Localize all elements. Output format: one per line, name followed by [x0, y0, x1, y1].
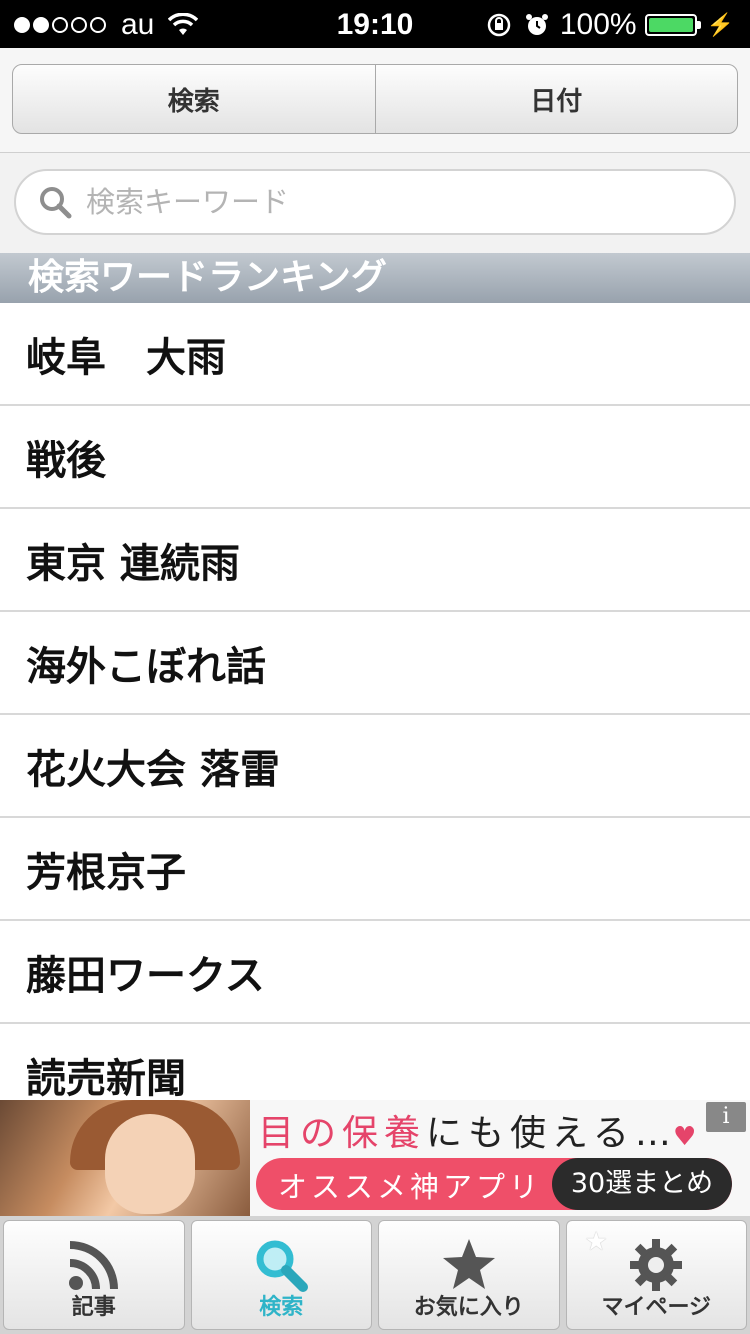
battery-percent: 100% [559, 8, 637, 41]
tab-favorites[interactable]: お気に入り [378, 1220, 560, 1330]
status-bar: au 19:10 100% ⚡ [0, 0, 750, 48]
search-icon [256, 1240, 309, 1292]
segment-bar: 検索 日付 [0, 48, 750, 153]
star-badge-icon: ★ [584, 1227, 608, 1257]
tab-mypage-label: マイページ [601, 1295, 712, 1320]
segmented-control: 検索 日付 [12, 64, 738, 134]
rss-icon [68, 1241, 118, 1290]
search-box[interactable] [14, 169, 736, 235]
segment-search-button[interactable]: 検索 [13, 65, 375, 133]
ad-banner[interactable]: 目の保養にも使える…♥ オススメ神アプリ 30選まとめ i [0, 1100, 750, 1216]
star-icon [442, 1239, 495, 1289]
ranking-item[interactable]: 岐阜 大雨 [0, 303, 750, 406]
tab-favorites-label: お気に入り [413, 1295, 524, 1320]
tab-mypage[interactable]: ★ マイページ [565, 1220, 747, 1330]
ranking-item[interactable]: 戦後 [0, 406, 750, 509]
battery-icon [644, 14, 701, 36]
tab-search[interactable]: 検索 [190, 1220, 372, 1330]
tab-search-label: 検索 [259, 1295, 304, 1320]
ranking-item[interactable]: 藤田ワークス [0, 921, 750, 1024]
ad-headline-rest: にも使える… [426, 1113, 677, 1154]
ad-cta-badge: 30選まとめ [552, 1158, 732, 1210]
ad-photo [0, 1100, 250, 1216]
ad-headline-highlight: 目の保養 [258, 1113, 427, 1154]
rotation-lock-icon [487, 13, 511, 37]
segment-date-button[interactable]: 日付 [374, 65, 738, 133]
ad-info-icon[interactable]: i [706, 1102, 746, 1132]
search-icon [40, 187, 72, 219]
ranking-section-header: 検索ワードランキング [0, 253, 750, 303]
gear-icon [630, 1239, 683, 1291]
ad-headline: 目の保養にも使える…♥ [258, 1104, 702, 1156]
ranking-item[interactable]: 東京 連続雨 [0, 509, 750, 612]
ranking-item[interactable]: 海外こぼれ話 [0, 612, 750, 715]
alarm-icon [525, 14, 548, 35]
ranking-list: 岐阜 大雨 戦後 東京 連続雨 海外こぼれ話 花火大会 落雷 芳根京子 藤田ワー… [0, 303, 750, 1100]
tab-bar: 記事 検索 お気に入り ★ マイページ [0, 1216, 750, 1334]
ranking-item[interactable]: 芳根京子 [0, 818, 750, 921]
search-input[interactable] [84, 184, 688, 220]
charging-icon: ⚡ [706, 12, 734, 37]
ranking-item[interactable]: 花火大会 落雷 [0, 715, 750, 818]
status-right: 100% ⚡ [486, 8, 734, 42]
search-area [0, 153, 750, 253]
ranking-item[interactable]: 読売新聞 [0, 1024, 750, 1101]
ad-cta[interactable]: オススメ神アプリ 30選まとめ [256, 1158, 732, 1210]
tab-articles-label: 記事 [71, 1295, 116, 1320]
heart-icon: ♥ [672, 1122, 703, 1152]
tab-articles[interactable]: 記事 [3, 1220, 185, 1330]
ad-cta-label: オススメ神アプリ [278, 1170, 543, 1204]
